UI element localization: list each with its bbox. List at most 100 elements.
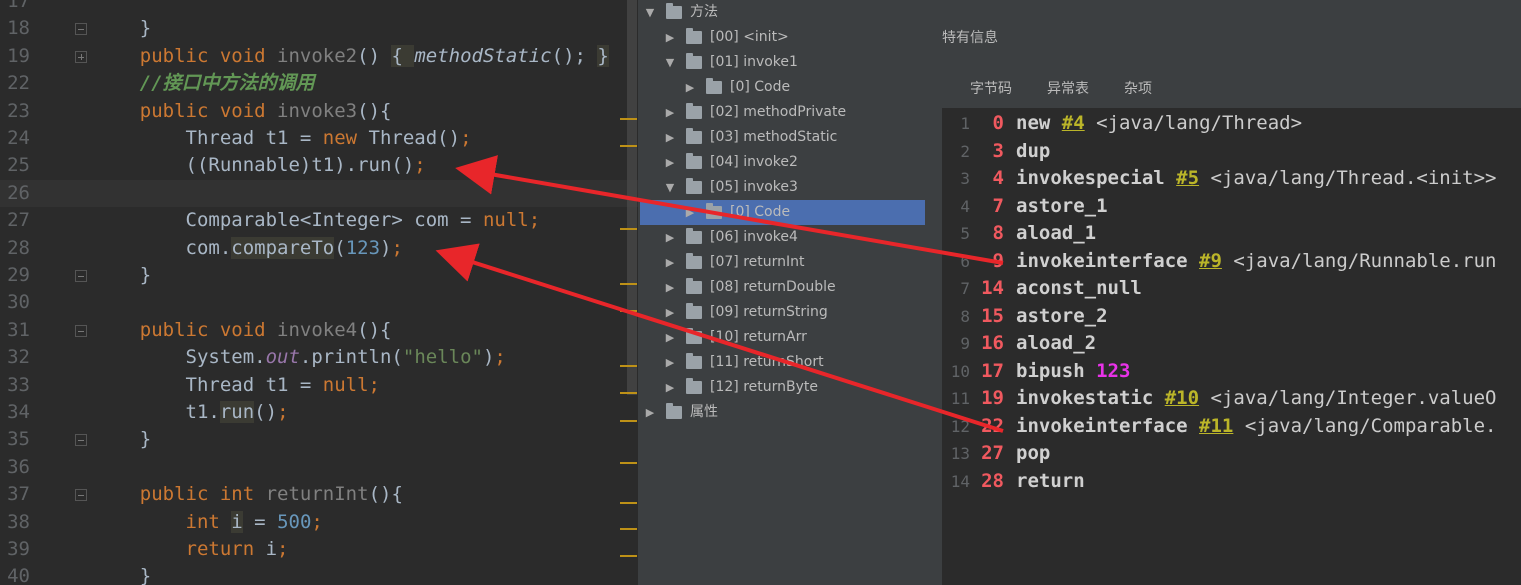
code-token: } [94,428,152,451]
fold-toggle-icon[interactable] [75,270,87,282]
expanded-arrow-icon[interactable]: ▼ [664,50,676,75]
vertical-scrollbar[interactable] [627,0,637,395]
warning-marker[interactable] [620,528,637,530]
line-number: 33 [7,373,30,396]
collapsed-arrow-icon[interactable]: ▶ [684,200,696,225]
collapsed-arrow-icon[interactable]: ▶ [664,275,676,300]
tree-node[interactable]: ▶ [12] returnByte [640,375,940,400]
bytecode-line: 5 8 aload_1 [942,220,1521,247]
code-line: 24 Thread t1 = new Thread(); [0,125,640,152]
tree-node[interactable]: ▼ [05] invoke3 [640,175,940,200]
line-number: 34 [7,401,30,423]
tree-node[interactable]: ▶ [0] Code [640,200,925,225]
tab-exception-table[interactable]: 异常表 [1047,78,1089,104]
line-number: 18 [7,17,30,40]
warning-marker[interactable] [620,365,637,367]
code-line: 36 [0,454,640,481]
bytecode-instruction: astore_2 [1016,303,1108,330]
constant-pool-ref[interactable]: #11 [1199,415,1233,437]
warning-marker[interactable] [620,462,637,464]
warning-marker[interactable] [620,283,637,285]
tree-node[interactable]: ▼ 方法 [640,0,940,25]
collapsed-arrow-icon[interactable]: ▶ [644,400,656,425]
tree-node[interactable]: ▶ [06] invoke4 [640,225,940,250]
tree-node-label: [02] methodPrivate [710,104,847,120]
tree-node[interactable]: ▶ [09] returnString [640,300,940,325]
code-text: } [94,262,151,289]
warning-marker[interactable] [620,118,637,120]
opcode: aload_1 [1016,222,1097,244]
tab-misc[interactable]: 杂项 [1124,78,1152,104]
collapsed-arrow-icon[interactable]: ▶ [664,375,676,400]
tree-node[interactable]: ▶ [08] returnDouble [640,275,940,300]
constant-pool-ref[interactable]: #5 [1176,167,1199,189]
fold-toggle-icon[interactable] [75,50,87,63]
warning-marker[interactable] [620,310,637,312]
expanded-arrow-icon[interactable]: ▼ [644,0,656,25]
bytecode-instruction: new #4 <java/lang/Thread> [1016,110,1302,137]
warning-marker[interactable] [620,392,637,394]
code-text: com.compareTo(123); [94,235,403,262]
line-number: 6 [960,251,970,271]
tree-node[interactable]: ▼ [01] invoke1 [640,50,940,75]
code-editor[interactable]: 17 18 } 19 public void invoke2() { methodS… [0,0,640,585]
constant-pool-ref[interactable]: #9 [1199,250,1222,272]
collapsed-arrow-icon[interactable]: ▶ [664,25,676,50]
constant-pool-ref[interactable]: #4 [1062,112,1085,134]
tree-node[interactable]: ▶ [0] Code [640,75,940,100]
tree-node[interactable]: ▶ [07] returnInt [640,250,940,275]
collapsed-arrow-icon[interactable]: ▶ [664,300,676,325]
collapsed-arrow-icon[interactable]: ▶ [664,150,676,175]
tree-node[interactable]: ▶ 属性 [640,400,940,425]
tree-node[interactable]: ▶ [11] returnShort [640,350,940,375]
bytecode-offset: 28 [981,469,1004,492]
code-token: new [322,127,369,149]
fold-toggle-icon[interactable] [75,434,87,447]
folder-icon [686,28,702,44]
collapsed-arrow-icon[interactable]: ▶ [664,350,676,375]
tree-node[interactable]: ▶ [10] returnArr [640,325,940,350]
tree-node-label: [06] invoke4 [710,229,798,245]
collapsed-arrow-icon[interactable]: ▶ [664,100,676,125]
fold-toggle-icon[interactable] [75,489,87,502]
collapsed-arrow-icon[interactable]: ▶ [664,125,676,150]
collapsed-arrow-icon[interactable]: ▶ [664,325,676,350]
tree-node[interactable]: ▶ [03] methodStatic [640,125,940,150]
bytecode-instruction: invokeinterface #9 <java/lang/Runnable.r… [1016,248,1497,275]
tree-node[interactable]: ▶ [04] invoke2 [640,150,940,175]
bytecode-offset: 14 [981,277,1004,299]
bytecode-offset: 17 [981,359,1004,382]
expanded-arrow-icon[interactable]: ▼ [664,175,676,200]
line-number: 5 [960,224,970,243]
bytecode-listing[interactable]: 1 0 new #4 <java/lang/Thread> 2 3 dup 3 4 invoke… [942,108,1521,585]
fold-toggle-icon[interactable] [75,23,87,36]
constant-comment: <java/lang/Integer.valueO [1210,387,1497,409]
class-structure-tree[interactable]: ▼ 方法 ▶ [00] <init> ▼ [01] invoke1 ▶ [0] Code ▶ [0… [640,0,940,585]
bytecode-offset: 16 [981,332,1004,354]
tree-node[interactable]: ▶ [02] methodPrivate [640,100,940,125]
code-token: (); [551,44,598,67]
bytecode-instruction: dup [1016,138,1050,165]
tree-node-label: [10] returnArr [710,329,807,345]
collapsed-arrow-icon[interactable]: ▶ [664,250,676,275]
warning-marker[interactable] [620,420,637,422]
line-number: 10 [950,361,970,381]
code-line: 25 ((Runnable)t1).run(); [0,152,640,179]
tree-node-label: 属性 [690,404,718,420]
folder-icon [666,3,682,19]
code-text: Thread t1 = null; [94,372,381,399]
fold-toggle-icon[interactable] [75,324,87,337]
warning-marker[interactable] [620,502,637,504]
tab-bytecode[interactable]: 字节码 [970,78,1012,104]
tree-node[interactable]: ▶ [00] <init> [640,25,940,50]
warning-marker[interactable] [620,555,637,557]
warning-marker[interactable] [620,145,637,147]
warning-marker[interactable] [620,228,637,230]
bytecode-line: 13 27 pop [942,440,1521,467]
collapsed-arrow-icon[interactable]: ▶ [684,75,696,100]
constant-pool-ref[interactable]: #10 [1165,387,1199,409]
tree-node-label: [00] <init> [710,29,789,45]
code-token: Thread() [368,127,461,149]
collapsed-arrow-icon[interactable]: ▶ [664,225,676,250]
